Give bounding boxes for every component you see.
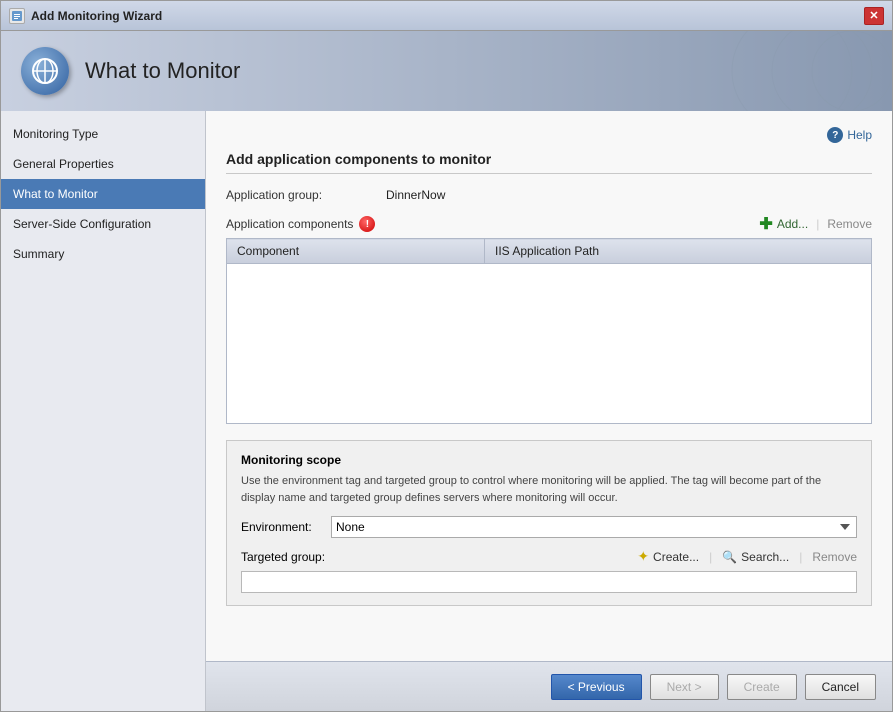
components-label-text: Application components [226,217,353,231]
scope-title: Monitoring scope [241,453,857,467]
window-icon [9,8,25,24]
sidebar-item-what-to-monitor[interactable]: What to Monitor [1,179,205,209]
header-banner: What to Monitor [1,31,892,111]
remove-targeted-label: Remove [812,550,857,564]
add-label: Add... [777,217,808,231]
help-label: Help [847,128,872,142]
sidebar-item-monitoring-type[interactable]: Monitoring Type [1,119,205,149]
components-header: Application components ! ✚ Add... | Remo… [226,214,872,234]
create-icon: ✦ [637,548,649,565]
environment-label: Environment: [241,520,331,534]
components-label-group: Application components ! [226,216,375,232]
application-group-value: DinnerNow [386,188,445,202]
header-icon [21,47,69,95]
monitoring-scope: Monitoring scope Use the environment tag… [226,440,872,606]
cancel-button[interactable]: Cancel [805,674,876,700]
remove-components-button: Remove [827,217,872,231]
help-icon: ? [827,127,843,143]
search-separator: | [799,550,802,564]
targeted-group-row: Targeted group: ✦ Create... | 🔍 Search..… [241,548,857,565]
scope-description: Use the environment tag and targeted gro… [241,473,857,506]
components-actions: ✚ Add... | Remove [759,214,872,234]
add-button[interactable]: ✚ Add... [759,214,808,234]
sidebar-item-general-properties[interactable]: General Properties [1,149,205,179]
components-table: Component IIS Application Path [226,238,872,424]
action-separator: | [816,217,819,231]
main-inner: ? Help Add application components to mon… [206,111,892,661]
page-title: What to Monitor [85,58,240,84]
application-group-row: Application group: DinnerNow [226,188,872,202]
title-bar: Add Monitoring Wizard ✕ [1,1,892,31]
application-group-label: Application group: [226,188,386,202]
main-content: ? Help Add application components to mon… [206,111,892,711]
targeted-actions: ✦ Create... | 🔍 Search... | Remove [331,548,857,565]
content-area: Monitoring Type General Properties What … [1,111,892,711]
create-label: Create... [653,550,699,564]
previous-button[interactable]: < Previous [551,674,642,700]
window-title: Add Monitoring Wizard [31,9,864,23]
create-button[interactable]: ✦ Create... [637,548,699,565]
environment-select[interactable]: None [331,516,857,538]
help-row: ? Help [226,127,872,143]
search-button[interactable]: 🔍 Search... [722,550,789,564]
sidebar-item-summary[interactable]: Summary [1,239,205,269]
search-icon: 🔍 [722,550,737,564]
environment-row: Environment: None [241,516,857,538]
error-icon: ! [359,216,375,232]
help-link[interactable]: ? Help [827,127,872,143]
create-wizard-button[interactable]: Create [727,674,797,700]
targeted-group-input [241,571,857,593]
sidebar: Monitoring Type General Properties What … [1,111,206,711]
search-label: Search... [741,550,789,564]
footer-bar: < Previous Next > Create Cancel [206,661,892,711]
remove-targeted-button: Remove [812,550,857,564]
add-icon: ✚ [759,214,772,234]
sidebar-item-server-side-config[interactable]: Server-Side Configuration [1,209,205,239]
section-title: Add application components to monitor [226,151,872,174]
main-window: Add Monitoring Wizard ✕ What to Monitor … [0,0,893,712]
col-iis-path: IIS Application Path [485,239,872,264]
create-separator: | [709,550,712,564]
next-button[interactable]: Next > [650,674,719,700]
col-component: Component [227,239,485,264]
targeted-group-label: Targeted group: [241,550,331,564]
remove-label: Remove [827,217,872,231]
close-button[interactable]: ✕ [864,7,884,25]
